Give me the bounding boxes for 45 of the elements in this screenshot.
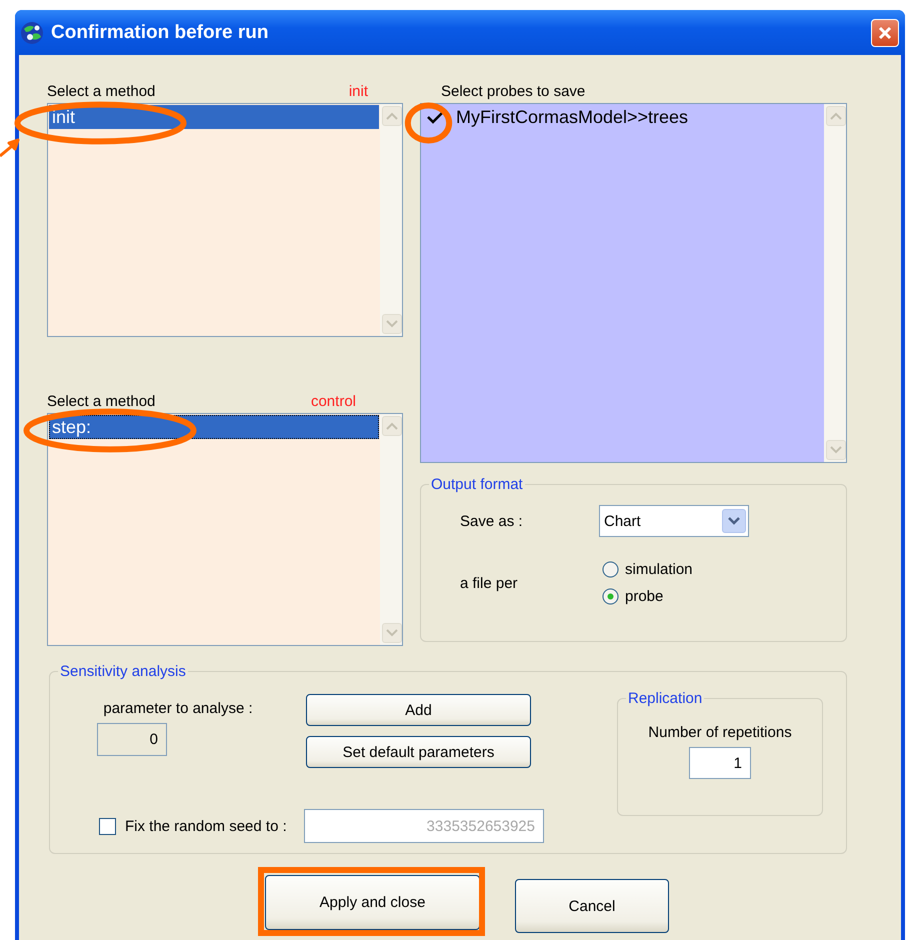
category-label: init [348, 83, 368, 102]
list-label: Select a method [47, 393, 156, 412]
radio-button[interactable] [602, 561, 619, 578]
list-item[interactable]: step: [49, 415, 379, 439]
close-icon[interactable] [877, 24, 893, 40]
action-button[interactable]: Add [306, 694, 531, 726]
scroll-up-icon[interactable] [386, 422, 398, 430]
window-title: Confirmation before run [51, 22, 270, 44]
group-title: Sensitivity analysis [59, 663, 187, 680]
dialog-button[interactable]: Apply and close [265, 875, 480, 930]
radio-button[interactable] [602, 588, 619, 605]
save-as-dropdown[interactable]: Chart [599, 505, 749, 537]
checkbox[interactable] [99, 818, 116, 834]
field-label: Save as : [460, 512, 524, 530]
category-label: control [310, 393, 356, 412]
scroll-up-icon[interactable] [830, 112, 842, 120]
scroll-down-icon[interactable] [386, 320, 398, 328]
field-label: parameter to analyse : [103, 700, 253, 717]
list-label: Select a method [47, 83, 156, 102]
caret-icon [728, 517, 740, 525]
scrollbar[interactable] [380, 414, 402, 645]
scrollbar[interactable] [380, 104, 402, 336]
field-label: a file per [460, 574, 519, 592]
method-list[interactable]: init [47, 103, 403, 337]
globe-icon [19, 20, 45, 46]
checkbox-label[interactable]: Fix the random seed to : [125, 818, 304, 834]
action-button[interactable]: Set default parameters [306, 736, 531, 768]
list-item[interactable]: MyFirstCormasModel>>trees [422, 105, 823, 129]
probe-list[interactable]: MyFirstCormasModel>>trees [420, 103, 847, 463]
group-title: Replication [627, 690, 704, 707]
list-label: Select probes to save [441, 83, 586, 100]
radio-label[interactable]: probe [625, 588, 664, 605]
scroll-down-icon[interactable] [830, 446, 842, 454]
field-label: Number of repetitions [648, 724, 792, 741]
list-item[interactable]: init [49, 105, 379, 129]
method-list[interactable]: step: [47, 413, 403, 646]
dialog-button[interactable]: Cancel [515, 879, 669, 933]
radio-label[interactable]: simulation [625, 561, 693, 578]
scroll-down-icon[interactable] [386, 629, 398, 637]
group-title: Output format [430, 476, 524, 493]
scroll-up-icon[interactable] [386, 112, 398, 120]
scrollbar[interactable] [824, 104, 846, 462]
parameter-count-field: 0 [97, 723, 167, 756]
repetitions-field[interactable]: 1 [689, 747, 751, 779]
close-button[interactable] [871, 18, 899, 46]
